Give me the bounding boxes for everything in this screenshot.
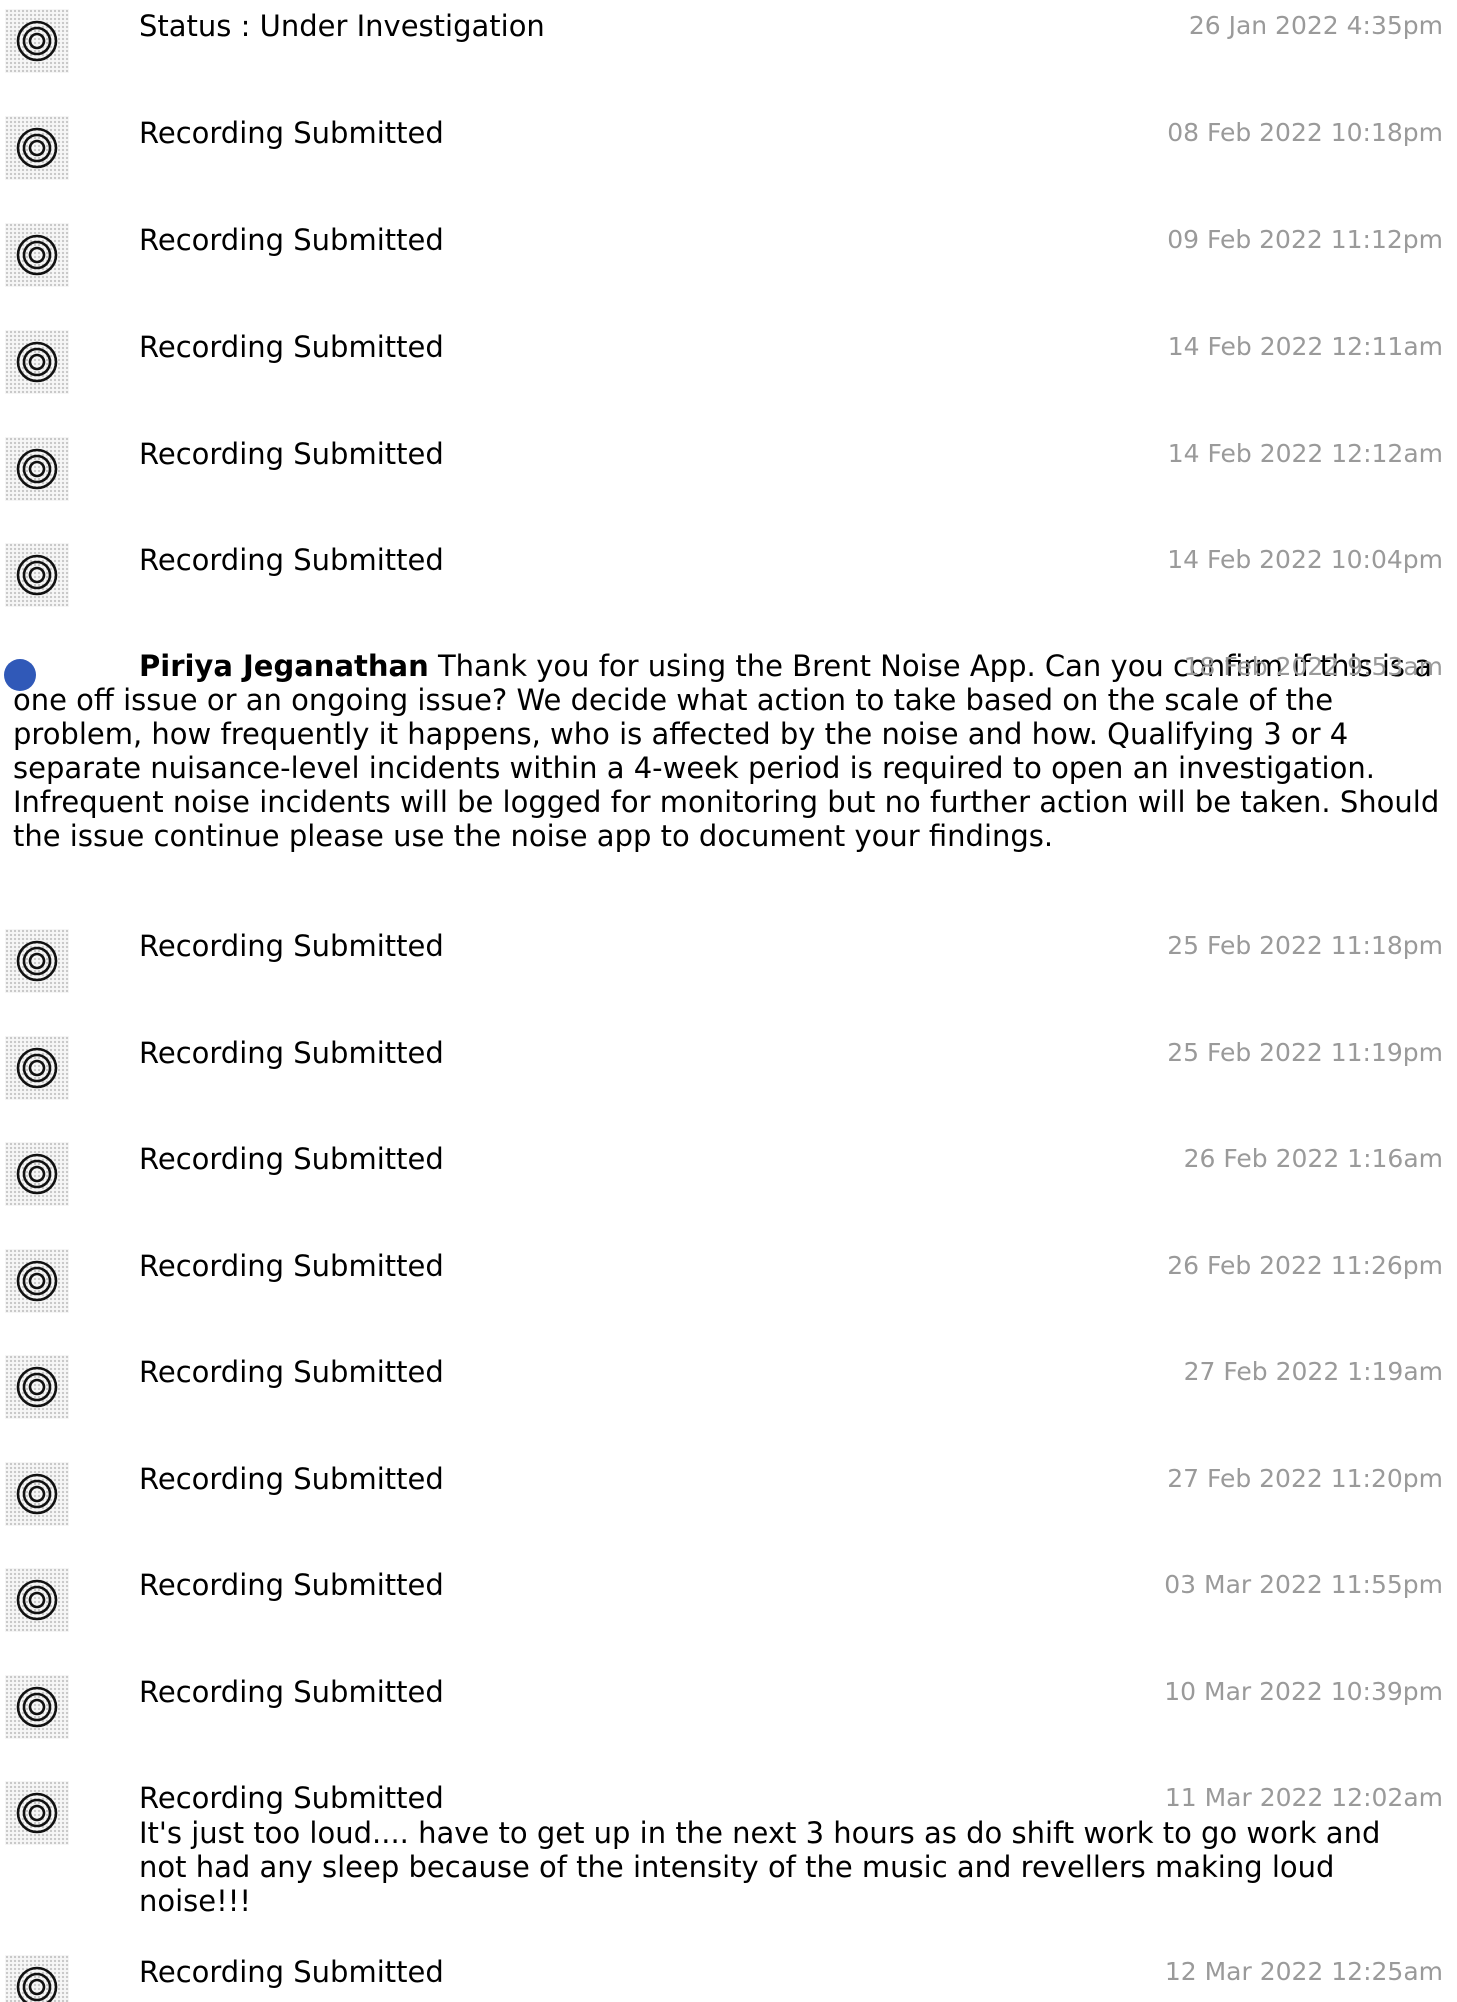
concentric-circles-icon xyxy=(16,341,58,383)
concentric-circles-icon xyxy=(16,1686,58,1728)
concentric-circles-icon xyxy=(16,1792,58,1834)
timeline-entry: Recording Submitted 11 Mar 2022 12:02am … xyxy=(0,1776,1457,1918)
timeline-entry: Recording Submitted 14 Feb 2022 10:04pm xyxy=(0,538,1457,628)
recording-avatar xyxy=(5,1036,69,1100)
recording-avatar xyxy=(5,223,69,287)
entry-timestamp: 27 Feb 2022 11:20pm xyxy=(1167,1464,1443,1493)
concentric-circles-icon xyxy=(16,1966,58,2002)
recording-avatar xyxy=(5,1781,69,1845)
recording-avatar xyxy=(5,437,69,501)
entry-title: Recording Submitted xyxy=(139,223,444,257)
entry-title: Status : Under Investigation xyxy=(139,9,545,43)
timeline-entry: Recording Submitted 10 Mar 2022 10:39pm xyxy=(0,1670,1457,1760)
timeline-entry: Recording Submitted 27 Feb 2022 11:20pm xyxy=(0,1457,1457,1547)
concentric-circles-icon xyxy=(16,940,58,982)
entry-title: Recording Submitted xyxy=(139,1142,444,1176)
entry-title: Recording Submitted xyxy=(139,330,444,364)
recording-avatar xyxy=(5,116,69,180)
recording-note: It's just too loud.... have to get up in… xyxy=(139,1816,1381,1918)
timeline-entry: Recording Submitted 14 Feb 2022 12:11am xyxy=(0,325,1457,415)
timeline-entry: Recording Submitted 03 Mar 2022 11:55pm xyxy=(0,1563,1457,1653)
entry-title: Recording Submitted xyxy=(139,1355,444,1389)
activity-timeline: Status : Under Investigation 26 Jan 2022… xyxy=(0,0,1457,2002)
entry-title: Recording Submitted xyxy=(139,1955,444,1989)
entry-timestamp: 10 Mar 2022 10:39pm xyxy=(1164,1677,1443,1706)
timeline-entry: Recording Submitted 12 Mar 2022 12:25am xyxy=(0,1950,1457,2002)
entry-timestamp: 27 Feb 2022 1:19am xyxy=(1183,1357,1443,1386)
entry-timestamp: 12 Mar 2022 12:25am xyxy=(1164,1957,1443,1986)
entry-title: Recording Submitted xyxy=(139,116,444,150)
entry-timestamp: 14 Feb 2022 12:11am xyxy=(1167,332,1443,361)
entry-timestamp: 14 Feb 2022 12:12am xyxy=(1167,439,1443,468)
entry-timestamp: 14 Feb 2022 10:04pm xyxy=(1167,545,1443,574)
timeline-entry: Recording Submitted 25 Feb 2022 11:18pm xyxy=(0,924,1457,1014)
concentric-circles-icon xyxy=(16,1473,58,1515)
entry-title: Recording Submitted xyxy=(139,1781,444,1815)
concentric-circles-icon xyxy=(16,1153,58,1195)
concentric-circles-icon xyxy=(16,20,58,62)
concentric-circles-icon xyxy=(16,1579,58,1621)
concentric-circles-icon xyxy=(16,1366,58,1408)
entry-timestamp: 08 Feb 2022 10:18pm xyxy=(1167,118,1443,147)
recording-avatar xyxy=(5,330,69,394)
recording-avatar xyxy=(5,1249,69,1313)
timeline-entry: Recording Submitted 09 Feb 2022 11:12pm xyxy=(0,218,1457,308)
entry-timestamp: 25 Feb 2022 11:18pm xyxy=(1167,931,1443,960)
entry-timestamp: 09 Feb 2022 11:12pm xyxy=(1167,225,1443,254)
recording-avatar xyxy=(5,929,69,993)
concentric-circles-icon xyxy=(16,127,58,169)
recording-avatar xyxy=(5,1675,69,1739)
recording-avatar xyxy=(5,1568,69,1632)
entry-title: Recording Submitted xyxy=(139,1568,444,1602)
recording-avatar xyxy=(5,1142,69,1206)
timeline-entry: Recording Submitted 25 Feb 2022 11:19pm xyxy=(0,1031,1457,1121)
entry-title: Recording Submitted xyxy=(139,543,444,577)
entry-timestamp: 26 Feb 2022 11:26pm xyxy=(1167,1251,1443,1280)
entry-title: Recording Submitted xyxy=(139,1036,444,1070)
concentric-circles-icon xyxy=(16,1260,58,1302)
concentric-circles-icon xyxy=(16,448,58,490)
recording-avatar xyxy=(5,9,69,73)
entry-timestamp: 26 Feb 2022 1:16am xyxy=(1183,1144,1443,1173)
message-author: Piriya Jeganathan xyxy=(139,649,429,683)
entry-title: Recording Submitted xyxy=(139,1462,444,1496)
timeline-entry: Recording Submitted 27 Feb 2022 1:19am xyxy=(0,1350,1457,1440)
entry-timestamp: 25 Feb 2022 11:19pm xyxy=(1167,1038,1443,1067)
concentric-circles-icon xyxy=(16,1047,58,1089)
timeline-entry: Recording Submitted 08 Feb 2022 10:18pm xyxy=(0,111,1457,201)
recording-avatar xyxy=(5,543,69,607)
entry-title: Recording Submitted xyxy=(139,1249,444,1283)
recording-avatar xyxy=(5,1462,69,1526)
recording-avatar xyxy=(5,1955,69,2002)
concentric-circles-icon xyxy=(16,554,58,596)
recording-avatar xyxy=(5,1355,69,1419)
entry-timestamp: 26 Jan 2022 4:35pm xyxy=(1188,11,1443,40)
entry-title: Recording Submitted xyxy=(139,437,444,471)
entry-timestamp: 03 Mar 2022 11:55pm xyxy=(1164,1570,1443,1599)
timeline-entry: Recording Submitted 14 Feb 2022 12:12am xyxy=(0,432,1457,522)
entry-timestamp: 18 Feb 2022 9:53am xyxy=(1183,652,1443,681)
timeline-entry: Recording Submitted 26 Feb 2022 1:16am xyxy=(0,1137,1457,1227)
entry-title: Recording Submitted xyxy=(139,1675,444,1709)
concentric-circles-icon xyxy=(16,234,58,276)
timeline-entry: Recording Submitted 26 Feb 2022 11:26pm xyxy=(0,1244,1457,1334)
entry-title: Recording Submitted xyxy=(139,929,444,963)
timeline-entry: Status : Under Investigation 26 Jan 2022… xyxy=(0,4,1457,94)
entry-timestamp: 11 Mar 2022 12:02am xyxy=(1164,1783,1443,1812)
staff-message: Piriya Jeganathan Thank you for using th… xyxy=(0,645,1457,855)
